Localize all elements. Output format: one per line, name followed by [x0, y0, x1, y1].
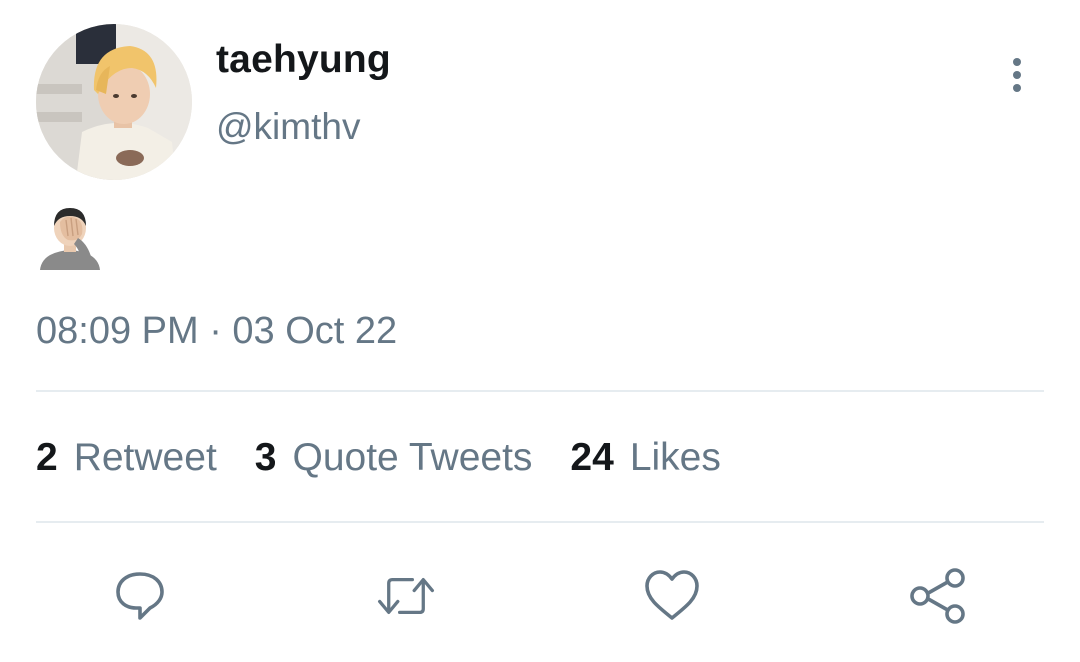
- share-icon: [910, 568, 965, 624]
- stat-label: Likes: [629, 436, 721, 479]
- retweet-icon: [378, 578, 434, 614]
- divider: [36, 521, 1044, 523]
- avatar[interactable]: [36, 24, 192, 180]
- more-dot-icon: [1013, 84, 1021, 92]
- stat-count: 2: [36, 436, 58, 479]
- stat-label: Quote Tweets: [292, 436, 533, 479]
- retweet-count[interactable]: 2 Retweet: [36, 436, 217, 480]
- reply-button[interactable]: [110, 566, 170, 626]
- more-dot-icon: [1013, 71, 1021, 79]
- tweet-timestamp[interactable]: 08:09 PM · 03 Oct 22: [36, 310, 397, 353]
- stat-count: 3: [254, 436, 277, 479]
- face-palm-emoji: [40, 208, 100, 270]
- like-button[interactable]: [642, 566, 702, 626]
- more-dot-icon: [1013, 58, 1021, 66]
- display-name[interactable]: taehyung: [216, 38, 391, 82]
- reply-icon: [116, 572, 164, 620]
- tweet-text: [36, 204, 104, 272]
- retweet-button[interactable]: [376, 566, 436, 626]
- user-handle[interactable]: @kimthv: [216, 106, 360, 148]
- avatar-photo: [36, 24, 192, 180]
- tweet-stats: 2 Retweet 3 Quote Tweets 24 Likes: [36, 436, 759, 480]
- tweet-detail: taehyung @kimthv 08:09 PM · 03 Oct 22 2 …: [0, 0, 1080, 662]
- more-options-button[interactable]: [998, 50, 1036, 100]
- divider: [36, 390, 1044, 392]
- quote-tweets-count[interactable]: 3 Quote Tweets: [255, 436, 533, 480]
- heart-icon: [645, 570, 699, 620]
- stat-count: 24: [570, 436, 614, 479]
- likes-count[interactable]: 24 Likes: [570, 436, 720, 480]
- share-button[interactable]: [908, 566, 968, 626]
- stat-label: Retweet: [73, 436, 217, 479]
